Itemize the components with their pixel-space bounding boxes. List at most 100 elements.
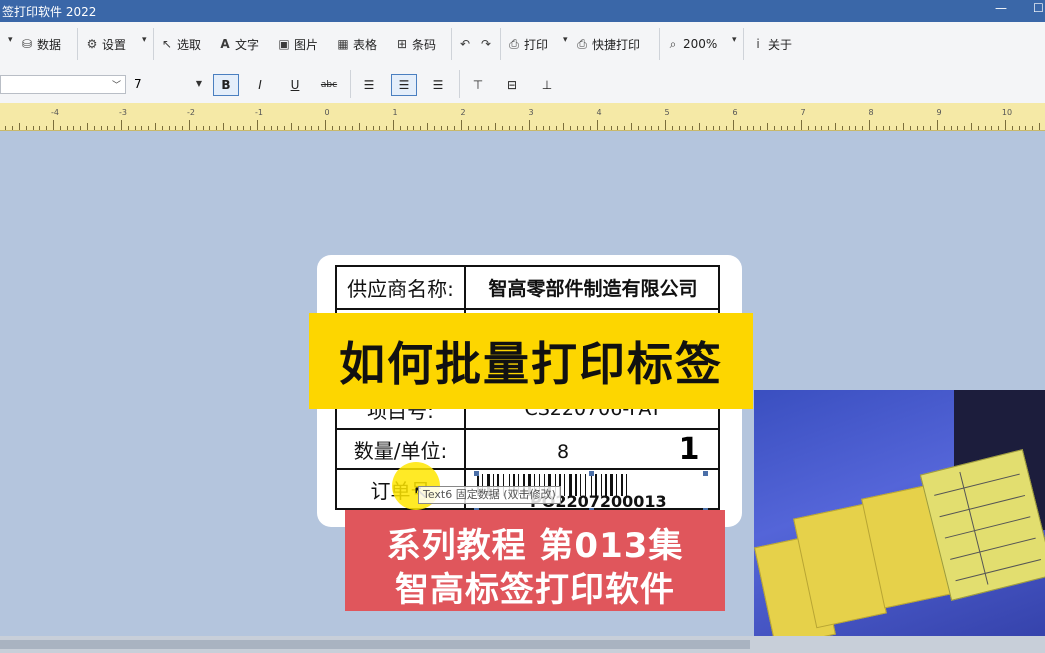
ruler-tick xyxy=(87,123,88,130)
label-row-supplier[interactable]: 供应商名称: 智高零部件制造有限公司 xyxy=(337,267,718,310)
element-tooltip: Text6 固定数据 (双击修改) xyxy=(418,486,561,504)
ruler-tick xyxy=(855,126,856,130)
chevron-down-icon[interactable]: ▾ xyxy=(8,35,13,45)
ruler-tick xyxy=(203,126,204,130)
ruler-tick xyxy=(427,123,428,130)
select-tool-button[interactable]: ↖ 选取 xyxy=(160,35,201,53)
table-tool-button[interactable]: ▦ 表格 xyxy=(336,35,377,53)
ruler-tick xyxy=(747,126,748,130)
redo-icon: ↷ xyxy=(480,37,492,51)
ruler-tick xyxy=(781,126,782,130)
ruler-tick xyxy=(114,126,115,130)
data-button[interactable]: ⛁ 数据 xyxy=(20,35,61,53)
ruler-tick xyxy=(699,123,700,130)
align-center-icon: ☰ xyxy=(398,78,410,92)
ruler-tick xyxy=(1039,123,1040,130)
ruler-tick xyxy=(250,126,251,130)
italic-button[interactable]: I xyxy=(247,74,273,96)
ruler-tick xyxy=(373,126,374,130)
font-family-select[interactable]: ﹀ xyxy=(0,75,126,94)
ruler-tick xyxy=(162,126,163,130)
image-tool-label: 图片 xyxy=(294,37,319,52)
camera-video-inset xyxy=(754,390,1045,653)
ruler-tick xyxy=(481,126,482,130)
table-tool-label: 表格 xyxy=(353,37,378,52)
ruler-tick xyxy=(889,126,890,130)
toolbar-divider xyxy=(153,28,154,60)
align-top-button[interactable]: ⊤ xyxy=(465,74,491,96)
selection-handle[interactable] xyxy=(589,471,594,476)
ruler-tick xyxy=(39,126,40,130)
text-tool-button[interactable]: A 文字 xyxy=(218,35,259,53)
settings-button[interactable]: ⚙ 设置 xyxy=(85,35,126,53)
selection-handle[interactable] xyxy=(703,471,708,476)
ruler-tick xyxy=(141,126,142,130)
align-middle-button[interactable]: ⊟ xyxy=(499,74,525,96)
ruler-tick xyxy=(719,126,720,130)
ruler-tick xyxy=(957,126,958,130)
database-icon: ⛁ xyxy=(21,37,33,51)
ruler-tick xyxy=(495,123,496,130)
ruler-tick xyxy=(332,126,333,130)
ruler-tick xyxy=(971,123,972,130)
print-button[interactable]: ⎙ 打印 xyxy=(507,35,548,53)
ruler-tick xyxy=(930,126,931,130)
barcode-tool-label: 条码 xyxy=(412,37,437,52)
horizontal-ruler: -4 -3 -2 -1 0 1 2 3 4 5 6 7 8 9 10 xyxy=(0,103,1045,131)
font-size-select[interactable]: 7 ▼ xyxy=(130,75,206,94)
barcode-tool-button[interactable]: ⊞ 条码 xyxy=(395,35,436,53)
strikethrough-button[interactable]: abc xyxy=(316,74,342,96)
settings-dropdown-icon[interactable]: ▾ xyxy=(142,35,147,45)
align-left-icon: ☰ xyxy=(363,78,375,92)
ruler-tick xyxy=(223,123,224,130)
ruler-tick xyxy=(937,120,938,130)
selection-handle[interactable] xyxy=(474,471,479,476)
about-button[interactable]: i 关于 xyxy=(751,35,792,53)
pointer-icon: ↖ xyxy=(161,37,173,51)
chevron-down-icon: ﹀ xyxy=(111,81,121,91)
ruler-tick xyxy=(808,126,809,130)
ruler-tick xyxy=(556,126,557,130)
ruler-tick xyxy=(189,120,190,130)
text-icon: A xyxy=(220,37,230,51)
undo-button[interactable]: ↶ xyxy=(458,35,475,53)
ruler-tick xyxy=(692,126,693,130)
ruler-tick xyxy=(73,126,74,130)
image-tool-button[interactable]: ▣ 图片 xyxy=(277,35,318,53)
label-value: 智高零部件制造有限公司 xyxy=(488,278,698,300)
scrollbar-thumb[interactable] xyxy=(0,640,750,649)
align-left-button[interactable]: ☰ xyxy=(356,74,382,96)
ruler-tick xyxy=(624,126,625,130)
ruler-tick xyxy=(685,126,686,130)
ruler-label: 6 xyxy=(732,108,738,117)
printed-line xyxy=(944,516,1031,539)
underline-button[interactable]: U xyxy=(282,74,308,96)
ruler-tick xyxy=(978,126,979,130)
ruler-tick xyxy=(985,126,986,130)
ruler-tick xyxy=(801,120,802,130)
ruler-tick xyxy=(345,126,346,130)
align-center-button[interactable]: ☰ xyxy=(391,74,417,96)
ruler-tick xyxy=(679,126,680,130)
zoom-dropdown-icon[interactable]: ▾ xyxy=(732,35,737,45)
quick-print-button[interactable]: ⎙ 快捷打印 xyxy=(575,35,640,53)
redo-button[interactable]: ↷ xyxy=(479,35,496,53)
align-bottom-button[interactable]: ⊥ xyxy=(534,74,560,96)
ruler-tick xyxy=(570,126,571,130)
bold-button[interactable]: B xyxy=(213,74,239,96)
zoom-control[interactable]: ⌕ 200% xyxy=(666,35,718,53)
series-line-1: 系列教程 第013集 xyxy=(386,526,684,566)
ruler-tick xyxy=(237,126,238,130)
maximize-button[interactable]: ☐ xyxy=(1033,1,1044,15)
align-right-button[interactable]: ☰ xyxy=(425,74,451,96)
ruler-tick xyxy=(998,126,999,130)
ruler-tick xyxy=(359,123,360,130)
ruler-tick xyxy=(577,126,578,130)
ruler-label: 2 xyxy=(460,108,466,117)
print-dropdown-icon[interactable]: ▾ xyxy=(563,35,568,45)
minimize-button[interactable]: — xyxy=(995,1,1007,15)
horizontal-scrollbar[interactable] xyxy=(0,636,1045,653)
label-row-quantity[interactable]: 数量/单位: 8 1 xyxy=(337,430,718,470)
print-button-label: 打印 xyxy=(524,37,549,52)
printed-line xyxy=(934,473,1020,496)
